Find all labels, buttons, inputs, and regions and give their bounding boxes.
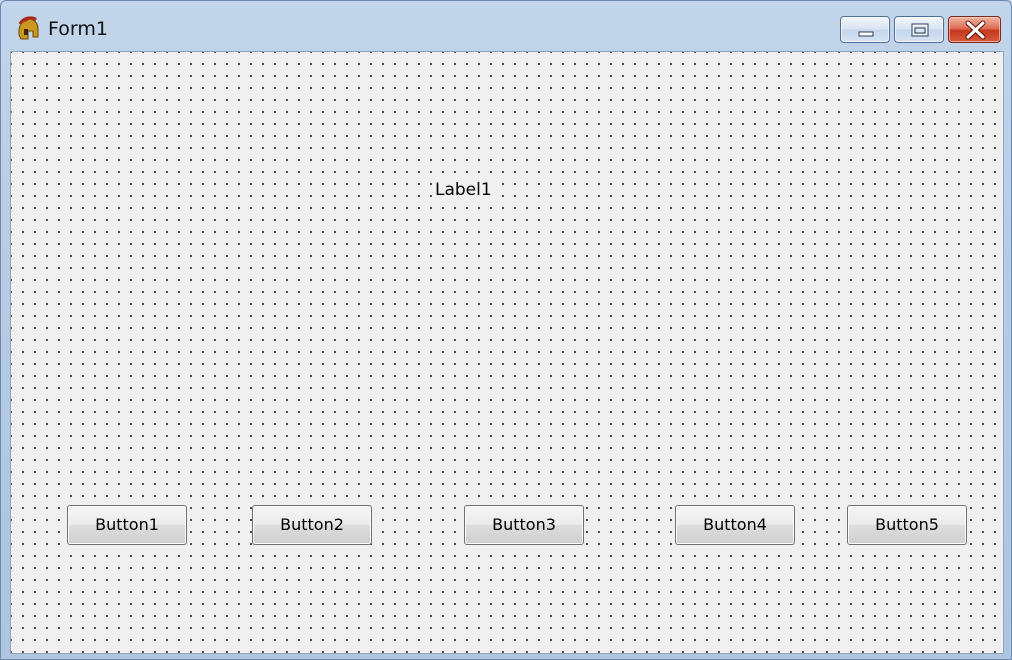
window-title: Form1 [48,18,108,40]
close-button[interactable] [948,16,1001,43]
form-client-area[interactable]: Label1 Button1 Button2 Button3 Button4 B… [10,51,1004,654]
maximize-icon [911,23,929,37]
minimize-button[interactable] [840,16,890,43]
button4[interactable]: Button4 [675,505,795,545]
button1[interactable]: Button1 [67,505,187,545]
button3[interactable]: Button3 [464,505,584,545]
minimize-icon [858,31,874,37]
close-icon [965,20,986,40]
button2[interactable]: Button2 [252,505,372,545]
form-window: Form1 Label1 Button1 Button2 Button3 But… [0,0,1012,660]
label1: Label1 [434,180,493,200]
maximize-button[interactable] [894,16,944,43]
button5[interactable]: Button5 [847,505,967,545]
title-bar[interactable]: Form1 [1,1,1011,51]
spartan-helmet-icon[interactable] [15,15,41,43]
